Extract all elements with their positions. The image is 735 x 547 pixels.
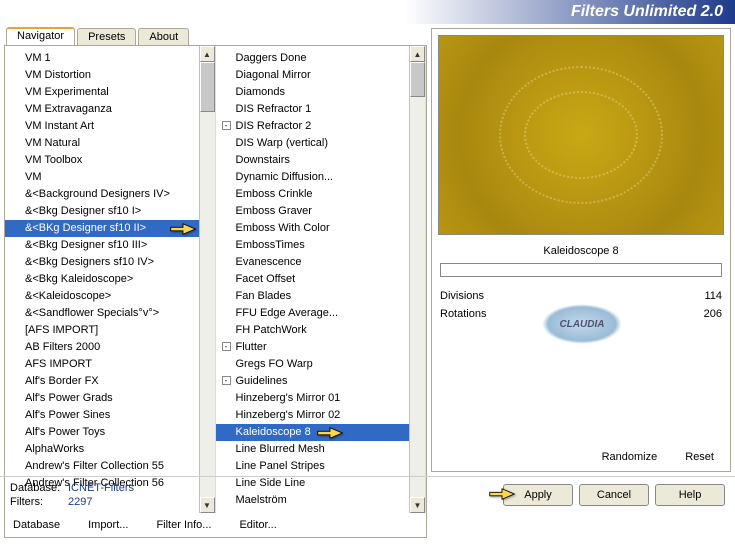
category-item[interactable]: Alf's Power Toys xyxy=(5,424,199,441)
import-button[interactable]: Import... xyxy=(88,519,128,531)
filter-item[interactable]: Hinzeberg's Mirror 01 xyxy=(216,390,410,407)
slider-value: 206 xyxy=(692,308,722,320)
filter-item[interactable]: DIS Refractor 1 xyxy=(216,101,410,118)
category-item[interactable]: &<Kaleidoscope> xyxy=(5,288,199,305)
filter-item[interactable]: -DIS Refractor 2 xyxy=(216,118,410,135)
tab-presets[interactable]: Presets xyxy=(77,28,136,45)
progress-bar xyxy=(440,263,722,277)
scroll-up-icon[interactable]: ▲ xyxy=(410,46,425,62)
editor-button[interactable]: Editor... xyxy=(239,519,276,531)
category-list[interactable]: VM 1VM DistortionVM ExperimentalVM Extra… xyxy=(5,46,199,513)
expand-icon[interactable]: - xyxy=(222,342,231,351)
database-button[interactable]: Database xyxy=(13,519,60,531)
category-item[interactable]: AB Filters 2000 xyxy=(5,339,199,356)
scroll-thumb[interactable] xyxy=(200,62,215,112)
filter-item[interactable]: Downstairs xyxy=(216,152,410,169)
filter-item[interactable]: Line Panel Stripes xyxy=(216,458,410,475)
filter-item[interactable]: EmbossTimes xyxy=(216,237,410,254)
scroll-up-icon[interactable]: ▲ xyxy=(200,46,215,62)
category-scrollbar[interactable]: ▲ ▼ xyxy=(199,46,215,513)
expand-icon[interactable]: - xyxy=(222,121,231,130)
apply-button[interactable]: Apply xyxy=(503,484,573,506)
filter-item[interactable]: -Flutter xyxy=(216,339,410,356)
category-item[interactable]: &<Bkg Designer sf10 I> xyxy=(5,203,199,220)
database-info: Database:ICNET-Filters Filters:2297 xyxy=(10,481,503,509)
filter-item[interactable]: Kaleidoscope 8 xyxy=(216,424,410,441)
filter-item[interactable]: Facet Offset xyxy=(216,271,410,288)
preview-filter-name: Kaleidoscope 8 xyxy=(438,239,724,259)
reset-button[interactable]: Reset xyxy=(685,451,714,463)
filter-item[interactable]: Hinzeberg's Mirror 02 xyxy=(216,407,410,424)
category-item[interactable]: [AFS IMPORT] xyxy=(5,322,199,339)
slider-value: 114 xyxy=(692,290,722,302)
category-item[interactable]: Alf's Power Grads xyxy=(5,390,199,407)
category-item[interactable]: VM 1 xyxy=(5,50,199,67)
scroll-thumb[interactable] xyxy=(410,62,425,97)
category-item[interactable]: &<Sandflower Specials°v°> xyxy=(5,305,199,322)
tab-bar: Navigator Presets About xyxy=(6,28,427,45)
category-item[interactable]: &<Bkg Kaleidoscope> xyxy=(5,271,199,288)
title-bar: Filters Unlimited 2.0 xyxy=(0,0,735,24)
category-item[interactable]: Alf's Power Sines xyxy=(5,407,199,424)
filter-item[interactable]: Gregs FO Warp xyxy=(216,356,410,373)
filter-item[interactable]: DIS Warp (vertical) xyxy=(216,135,410,152)
category-item[interactable]: VM Distortion xyxy=(5,67,199,84)
category-item[interactable]: &<Bkg Designers sf10 IV> xyxy=(5,254,199,271)
category-item[interactable]: VM xyxy=(5,169,199,186)
preview-image xyxy=(438,35,724,235)
filter-item[interactable]: -Guidelines xyxy=(216,373,410,390)
filter-item[interactable]: Emboss With Color xyxy=(216,220,410,237)
filter-item[interactable]: Dynamic Diffusion... xyxy=(216,169,410,186)
category-item[interactable]: VM Extravaganza xyxy=(5,101,199,118)
category-item[interactable]: VM Natural xyxy=(5,135,199,152)
category-item[interactable]: VM Instant Art xyxy=(5,118,199,135)
filter-item[interactable]: FH PatchWork xyxy=(216,322,410,339)
category-item[interactable]: VM Toolbox xyxy=(5,152,199,169)
slider-row[interactable]: Divisions114 xyxy=(438,287,724,305)
filter-item[interactable]: Daggers Done xyxy=(216,50,410,67)
watermark-logo: CLAUDIA xyxy=(542,304,622,344)
filter-count: 2297 xyxy=(68,496,92,508)
category-item[interactable]: &<Bkg Designer sf10 III> xyxy=(5,237,199,254)
expand-icon[interactable]: - xyxy=(222,376,231,385)
category-item[interactable]: Andrew's Filter Collection 55 xyxy=(5,458,199,475)
filter-item[interactable]: Evanescence xyxy=(216,254,410,271)
filter-info-button[interactable]: Filter Info... xyxy=(156,519,211,531)
preview-panel: Kaleidoscope 8 Divisions114Rotations206 … xyxy=(431,28,731,472)
filter-item[interactable]: Line Blurred Mesh xyxy=(216,441,410,458)
category-item[interactable]: &<BKg Designer sf10 II> xyxy=(5,220,199,237)
tab-navigator[interactable]: Navigator xyxy=(6,27,75,45)
filter-item[interactable]: Emboss Crinkle xyxy=(216,186,410,203)
filter-item[interactable]: Fan Blades xyxy=(216,288,410,305)
category-item[interactable]: &<Background Designers IV> xyxy=(5,186,199,203)
filter-item[interactable]: Emboss Graver xyxy=(216,203,410,220)
footer-bar: Database:ICNET-Filters Filters:2297 Appl… xyxy=(0,476,735,515)
filter-item[interactable]: FFU Edge Average... xyxy=(216,305,410,322)
filter-list[interactable]: Daggers DoneDiagonal MirrorDiamondsDIS R… xyxy=(216,46,410,513)
filter-item[interactable]: Diamonds xyxy=(216,84,410,101)
tab-about[interactable]: About xyxy=(138,28,189,45)
category-item[interactable]: Alf's Border FX xyxy=(5,373,199,390)
cancel-button[interactable]: Cancel xyxy=(579,484,649,506)
slider-label: Divisions xyxy=(440,290,692,302)
category-item[interactable]: AFS IMPORT xyxy=(5,356,199,373)
category-item[interactable]: VM Experimental xyxy=(5,84,199,101)
randomize-button[interactable]: Randomize xyxy=(602,451,658,463)
help-button[interactable]: Help xyxy=(655,484,725,506)
database-name: ICNET-Filters xyxy=(68,482,134,494)
filter-item[interactable]: Diagonal Mirror xyxy=(216,67,410,84)
navigator-panel: VM 1VM DistortionVM ExperimentalVM Extra… xyxy=(4,45,427,538)
filter-scrollbar[interactable]: ▲ ▼ xyxy=(409,46,425,513)
category-item[interactable]: AlphaWorks xyxy=(5,441,199,458)
app-title: Filters Unlimited 2.0 xyxy=(571,3,723,21)
